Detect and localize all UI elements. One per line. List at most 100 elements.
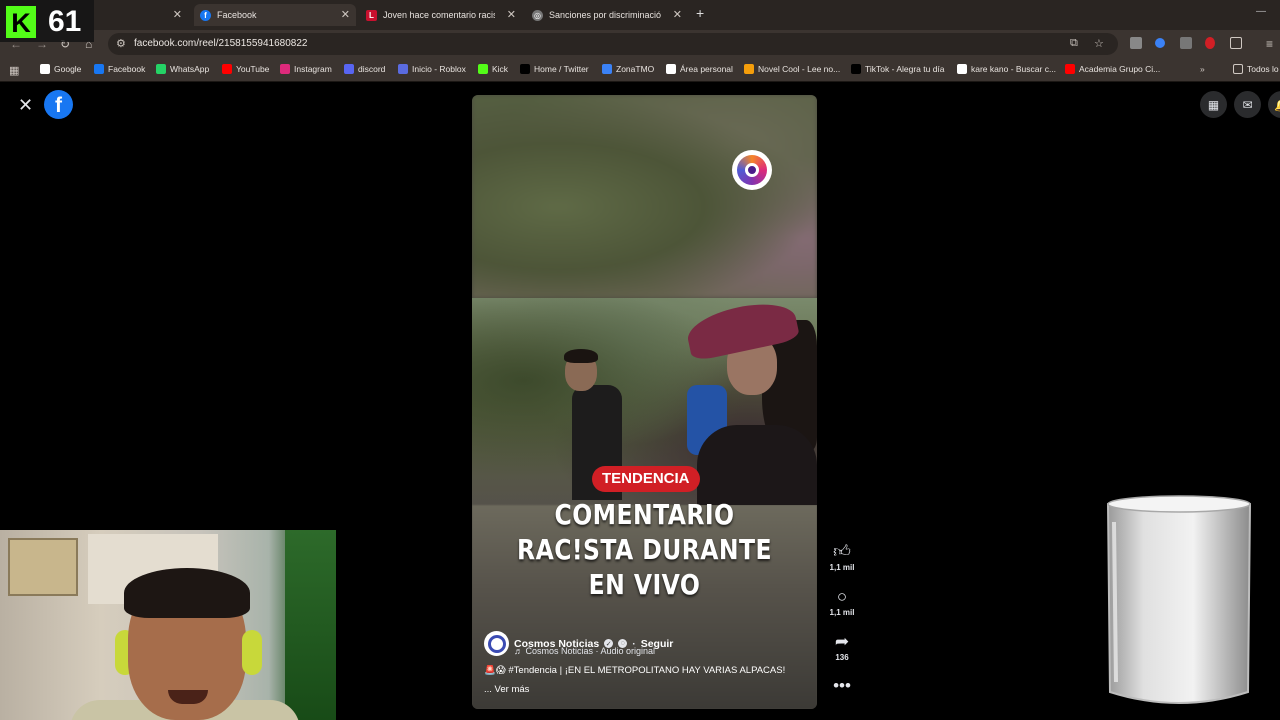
menu-grid-icon[interactable]: ▦ bbox=[1200, 91, 1227, 118]
bookmark-item[interactable]: Google bbox=[40, 64, 81, 74]
zonatmo-icon bbox=[602, 64, 612, 74]
video-figure bbox=[697, 425, 817, 505]
bookmark-item[interactable]: Academia Grupo Ci... bbox=[1065, 64, 1160, 74]
url-input[interactable]: ⚙ facebook.com/reel/2158155941680822 ⧉ ☆ bbox=[108, 33, 1118, 55]
tab-label: Sanciones por discriminación P bbox=[549, 10, 661, 20]
site-info-icon[interactable]: ⚙ bbox=[116, 37, 126, 50]
screen: { "browser": { "tabs": [ {"label": "", "… bbox=[0, 0, 1280, 720]
bookmark-label: Área personal bbox=[680, 64, 733, 74]
tab-close-icon[interactable]: ✕ bbox=[507, 8, 516, 21]
bookmark-label: Instagram bbox=[294, 64, 332, 74]
install-icon[interactable]: ⧉ bbox=[1070, 37, 1078, 50]
bookmark-item[interactable]: Novel Cool - Lee no... bbox=[744, 64, 840, 74]
more-bookmarks-icon[interactable]: » bbox=[1200, 64, 1205, 74]
all-bookmarks[interactable]: Todos lo bbox=[1233, 64, 1279, 74]
url-text: facebook.com/reel/2158155941680822 bbox=[134, 38, 308, 49]
share-count: 136 bbox=[835, 653, 849, 662]
bookmark-item[interactable]: discord bbox=[344, 64, 385, 74]
close-icon[interactable]: ✕ bbox=[18, 95, 33, 116]
tab-facebook[interactable]: f Facebook ✕ bbox=[194, 4, 356, 26]
bookmark-item[interactable]: YouTube bbox=[222, 64, 269, 74]
headline-line: COMENTARIO bbox=[554, 498, 735, 531]
bookmark-item[interactable]: Instagram bbox=[280, 64, 332, 74]
minimize-icon[interactable]: — bbox=[1256, 6, 1266, 17]
tab-close-icon[interactable]: ✕ bbox=[673, 8, 682, 21]
news-icon: L bbox=[366, 9, 377, 21]
bookmark-label: TikTok - Alegra tu día bbox=[865, 64, 945, 74]
bookmark-item[interactable]: ZonaTMO bbox=[602, 64, 654, 74]
tab-sanciones[interactable]: ◎ Sanciones por discriminación P ✕ bbox=[526, 4, 688, 26]
more-options-button[interactable]: ••• bbox=[822, 676, 862, 696]
share-button[interactable]: ➦ 136 bbox=[822, 632, 862, 662]
facebook-logo[interactable]: f bbox=[44, 90, 73, 119]
avatar[interactable] bbox=[484, 631, 509, 656]
youtube-icon bbox=[222, 64, 232, 74]
instagram-icon bbox=[280, 64, 290, 74]
tab-joven[interactable]: L Joven hace comentario racista ✕ bbox=[360, 4, 522, 26]
bookmark-item[interactable]: kare kano - Buscar c... bbox=[957, 64, 1056, 74]
bookmark-item[interactable]: Área personal bbox=[666, 64, 733, 74]
comment-icon: ○ bbox=[836, 587, 848, 606]
facebook-icon: f bbox=[200, 9, 211, 21]
kick-icon bbox=[478, 64, 488, 74]
webcam-scene-detail bbox=[124, 568, 250, 618]
new-tab-icon[interactable]: + bbox=[696, 5, 704, 21]
bookmark-item[interactable]: TikTok - Alegra tu día bbox=[851, 64, 945, 74]
youtube-icon bbox=[1065, 64, 1075, 74]
bookmark-label: discord bbox=[358, 64, 386, 74]
bookmark-item[interactable]: Home / Twitter bbox=[520, 64, 589, 74]
x-icon bbox=[520, 64, 530, 74]
all-bookmarks-label: Todos lo bbox=[1247, 64, 1279, 74]
novelcool-icon bbox=[744, 64, 754, 74]
webcam-scene-detail bbox=[242, 630, 262, 675]
menu-icon[interactable]: ≡ bbox=[1266, 37, 1273, 51]
comment-button[interactable]: ○ 1,1 mil bbox=[822, 587, 862, 617]
kick-viewer-badge: K 61 bbox=[0, 0, 94, 42]
bookmark-label: Kick bbox=[492, 64, 509, 74]
facebook-icon bbox=[94, 64, 104, 74]
webcam-scene-detail bbox=[8, 538, 78, 596]
messenger-icon[interactable]: ✉ bbox=[1234, 91, 1261, 118]
headline-line: RAC!STA DURANTE bbox=[517, 533, 772, 566]
bookmark-item[interactable]: WhatsApp bbox=[156, 64, 209, 74]
bookmark-label: YouTube bbox=[236, 64, 270, 74]
bookmark-label: Facebook bbox=[108, 64, 146, 74]
roblox-icon bbox=[398, 64, 408, 74]
apps-grid-icon[interactable]: ▦ bbox=[9, 64, 19, 77]
whatsapp-icon bbox=[156, 64, 166, 74]
bookmark-item[interactable]: Facebook bbox=[94, 64, 145, 74]
record-extension-icon[interactable] bbox=[1205, 37, 1215, 49]
headline-line: EN VIVO bbox=[588, 568, 701, 601]
notifications-icon[interactable]: 🔔 bbox=[1268, 91, 1280, 118]
bookmark-label: Novel Cool - Lee no... bbox=[758, 64, 841, 74]
audio-extension-icon[interactable] bbox=[1155, 38, 1165, 48]
comment-count: 1,1 mil bbox=[829, 608, 855, 617]
like-button[interactable]: 👍︎ 1,1 mil bbox=[822, 542, 862, 572]
bookmark-star-icon[interactable]: ☆ bbox=[1094, 37, 1104, 50]
bookmark-label: Academia Grupo Ci... bbox=[1079, 64, 1161, 74]
bookmarks-bar: ▦ Google Facebook WhatsApp YouTube Instagram… bbox=[0, 58, 1280, 82]
thumbs-up-icon: 👍︎ bbox=[833, 542, 851, 561]
address-bar: ← → ↻ ⌂ ⚙ facebook.com/reel/215815594168… bbox=[0, 30, 1280, 58]
tab-bar: ✕ f Facebook ✕ L Joven hace comentario r… bbox=[0, 0, 1280, 30]
see-more-link[interactable]: ... Ver más bbox=[484, 684, 529, 695]
share-icon: ➦ bbox=[834, 632, 850, 651]
discord-icon bbox=[344, 64, 354, 74]
bookmark-label: Inicio - Roblox bbox=[412, 64, 466, 74]
bookmark-label: kare kano - Buscar c... bbox=[971, 64, 1057, 74]
like-count: 1,1 mil bbox=[829, 563, 855, 572]
tab-close-icon[interactable]: ✕ bbox=[341, 8, 350, 21]
reel-description: 🚨😱 #Tendencia | ¡EN EL METROPOLITANO HAY… bbox=[484, 665, 786, 676]
bookmark-item[interactable]: Kick bbox=[478, 64, 508, 74]
extension-icon[interactable] bbox=[1130, 37, 1142, 49]
audio-line[interactable]: ♬ Cosmos Noticias · Audio original bbox=[514, 646, 655, 656]
ellipsis-icon: ••• bbox=[833, 676, 851, 695]
extensions-puzzle-icon[interactable] bbox=[1230, 37, 1242, 49]
video-figure bbox=[564, 349, 598, 363]
viewer-count: 61 bbox=[48, 5, 82, 38]
tab-close-icon[interactable]: ✕ bbox=[173, 8, 182, 21]
extension-icon[interactable] bbox=[1180, 37, 1192, 49]
reel-video[interactable]: TENDENCIA COMENTARIO RAC!STA DURANTE EN … bbox=[472, 95, 817, 709]
bookmark-item[interactable]: Inicio - Roblox bbox=[398, 64, 466, 74]
bookmark-label: Home / Twitter bbox=[534, 64, 589, 74]
